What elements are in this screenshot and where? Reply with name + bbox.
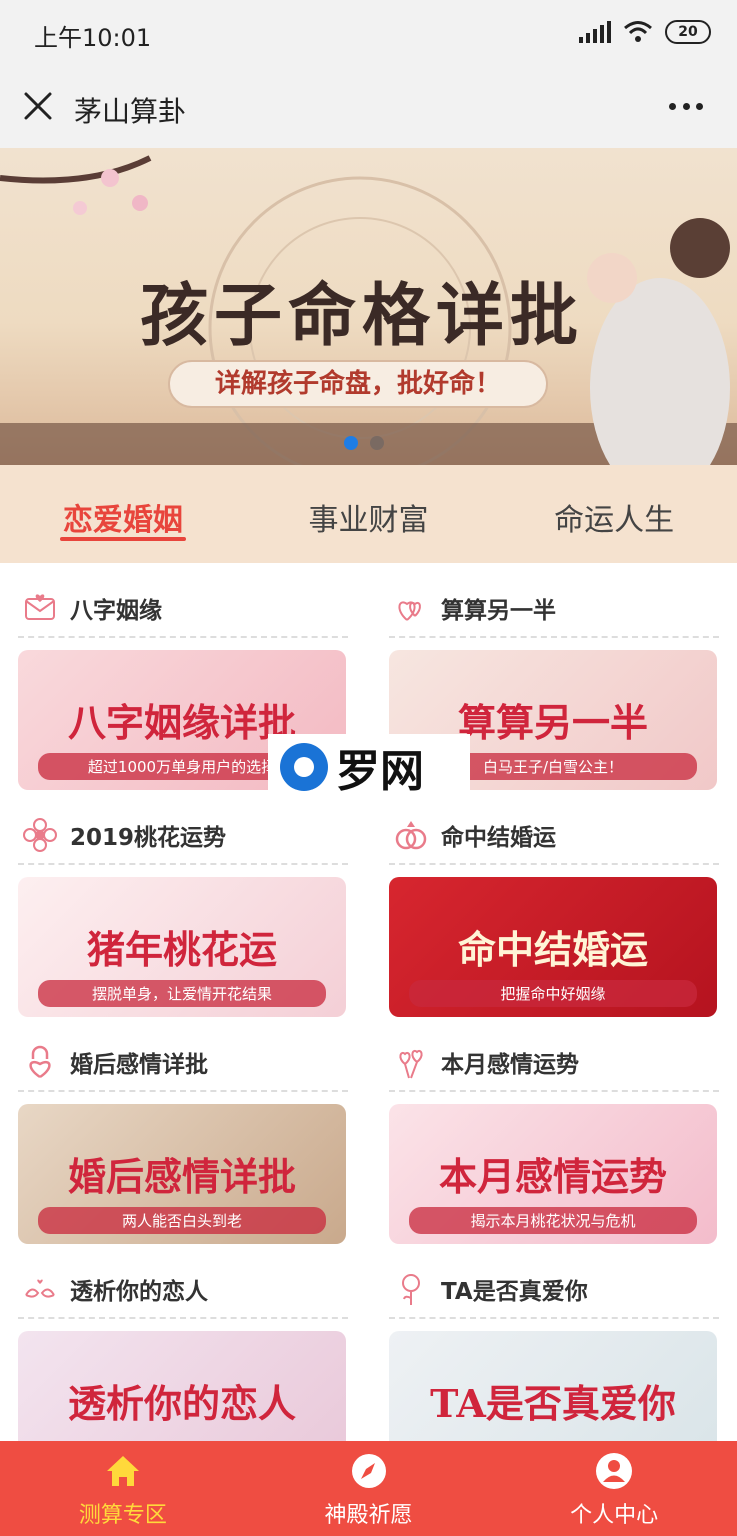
card-header: 八字姻缘: [18, 580, 348, 638]
rose-icon: [402, 1274, 420, 1305]
user-icon: [596, 1453, 633, 1489]
card-header: TA是否真爱你: [389, 1261, 719, 1319]
card-header: 算算另一半: [389, 580, 719, 638]
close-icon[interactable]: [20, 88, 56, 124]
card-title: 本月感情运势: [441, 1052, 579, 1078]
card-header: 婚后感情详批: [18, 1034, 348, 1092]
envelope-heart-icon: [25, 594, 55, 620]
lock-heart-icon: [29, 1045, 51, 1079]
service-card[interactable]: 2019桃花运势猪年桃花运摆脱单身，让爱情开花结果: [18, 807, 348, 1034]
more-menu-icon[interactable]: [669, 94, 703, 118]
service-card[interactable]: 命中结婚运 命中结婚运 把握命中好姻缘: [389, 807, 719, 1034]
watermark-text: 罗网: [336, 746, 424, 797]
page-title: 茅山算卦: [74, 95, 187, 128]
status-time: 上午10:01: [34, 24, 152, 52]
heart-balloon-icon: [399, 1050, 423, 1079]
service-card[interactable]: 婚后感情详批 婚后感情详批 两人能否白头到老: [18, 1034, 348, 1261]
watermark: 罗网: [268, 734, 470, 800]
battery-icon: 20: [665, 20, 711, 44]
tabbar-label: 神殿祈愿: [324, 1503, 413, 1528]
tab-career-wealth[interactable]: 事业财富: [246, 465, 492, 563]
tab-love-marriage[interactable]: 恋爱婚姻: [0, 465, 246, 563]
signal-icon: [579, 21, 611, 43]
hearts-icon: [398, 601, 421, 621]
card-banner-subtitle: 摆脱单身，让爱情开花结果: [38, 980, 326, 1007]
card-banner-title: 本月感情运势: [438, 1154, 667, 1199]
status-bar: 上午10:01 20: [0, 0, 737, 68]
birds-icon: [25, 1279, 55, 1298]
card-header: 本月感情运势: [389, 1034, 719, 1092]
watermark-logo-icon: [280, 743, 328, 791]
tabbar-label: 个人中心: [570, 1503, 659, 1528]
banner-title: 孩子命格详批: [140, 276, 585, 356]
card-title: 透析你的恋人: [70, 1279, 208, 1305]
card-title: 2019桃花运势: [70, 825, 227, 851]
rings-icon: [395, 821, 427, 850]
card-title: 婚后感情详批: [70, 1052, 208, 1078]
card-banner-image[interactable]: 婚后感情详批两人能否白头到老: [18, 1104, 346, 1244]
card-title: 命中结婚运: [441, 825, 556, 851]
nav-bar: 茅山算卦: [0, 68, 737, 148]
card-banner-title: 婚后感情详批: [67, 1154, 296, 1199]
wifi-icon: [624, 21, 652, 42]
card-banner-title: 猪年桃花运: [86, 927, 277, 972]
card-banner-image[interactable]: 猪年桃花运摆脱单身，让爱情开花结果: [18, 877, 346, 1017]
card-header: 命中结婚运: [389, 807, 719, 865]
tabbar-item-temple[interactable]: 神殿祈愿: [246, 1441, 492, 1536]
home-icon: [106, 1456, 139, 1486]
tab-fate-life[interactable]: 命运人生: [491, 465, 737, 563]
tabbar-label: 测算专区: [78, 1503, 167, 1528]
card-banner-subtitle: 两人能否白头到老: [38, 1207, 326, 1234]
banner-subtitle: 详解孩子命盘，批好命！: [168, 360, 548, 408]
card-banner-title: 透析你的恋人: [67, 1381, 296, 1426]
carousel-dots: [344, 436, 384, 450]
card-title: TA是否真爱你: [441, 1279, 588, 1305]
flower-icon: [23, 818, 57, 852]
status-icons: 20: [579, 20, 711, 44]
card-header: 透析你的恋人: [18, 1261, 348, 1319]
card-title: 八字姻缘: [70, 598, 162, 624]
card-banner-subtitle: 揭示本月桃花状况与危机: [409, 1207, 697, 1234]
category-tabs: 恋爱婚姻 事业财富 命运人生: [0, 465, 737, 563]
service-card[interactable]: 本月感情运势 本月感情运势 揭示本月桃花状况与危机: [389, 1034, 719, 1261]
carousel-dot[interactable]: [370, 436, 384, 450]
card-banner-image[interactable]: 命中结婚运把握命中好姻缘: [389, 877, 717, 1017]
card-banner-title: 命中结婚运: [457, 927, 648, 972]
card-banner-title: TA是否真爱你: [430, 1381, 676, 1426]
card-title: 算算另一半: [441, 598, 556, 624]
service-grid: 八字姻缘 八字姻缘详批 超过1000万单身用户的选择 算算另一半 算算另一半 白马王子/白…: [18, 580, 719, 1488]
card-banner-image[interactable]: 本月感情运势揭示本月桃花状况与危机: [389, 1104, 717, 1244]
compass-icon: [351, 1454, 386, 1488]
banner-carousel[interactable]: 孩子命格详批 详解孩子命盘，批好命！: [0, 148, 737, 465]
tabbar-item-profile[interactable]: 个人中心: [491, 1441, 737, 1536]
carousel-dot-active[interactable]: [344, 436, 358, 450]
tabbar-item-home[interactable]: 测算专区: [0, 1441, 246, 1536]
card-header: 2019桃花运势: [18, 807, 348, 865]
bottom-tab-bar: 测算专区 神殿祈愿 个人中心: [0, 1441, 737, 1536]
card-banner-subtitle: 把握命中好姻缘: [409, 980, 697, 1007]
